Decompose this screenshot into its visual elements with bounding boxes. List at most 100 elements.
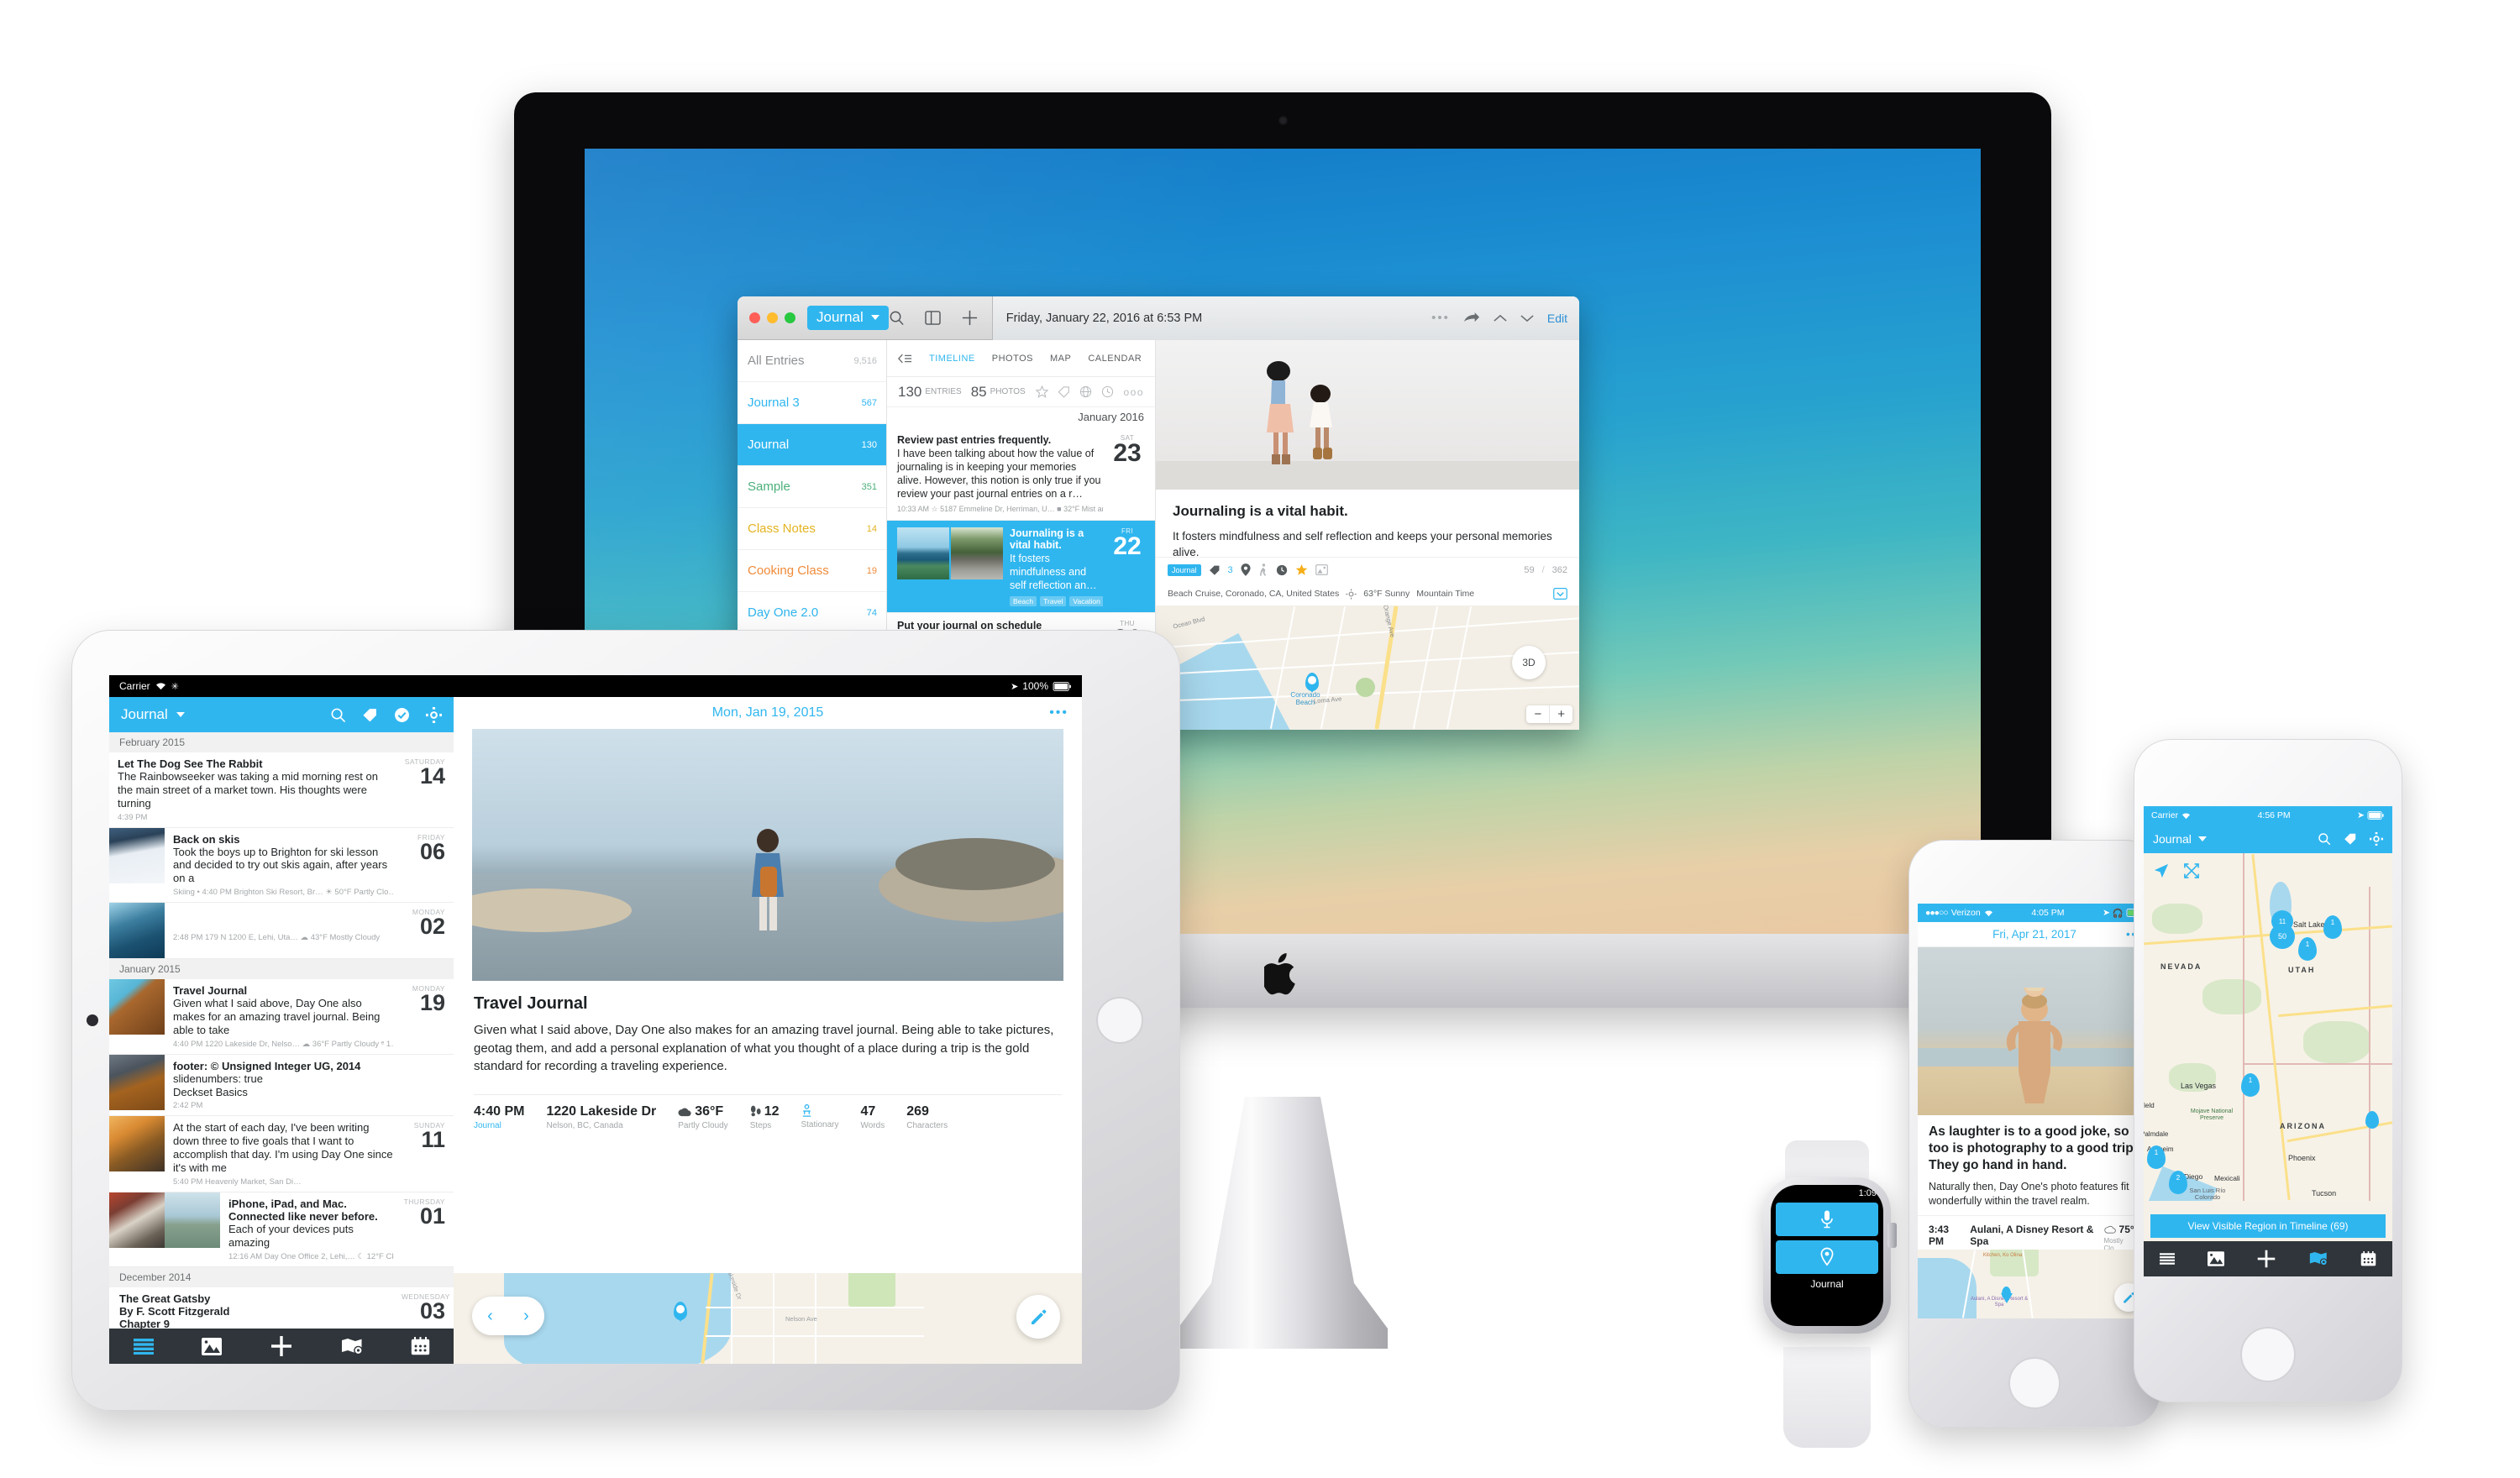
calendar-icon[interactable] xyxy=(2360,1251,2376,1266)
window-controls[interactable] xyxy=(738,312,795,323)
search-icon[interactable] xyxy=(2318,832,2331,846)
zoom-icon[interactable] xyxy=(785,312,795,323)
photos-icon[interactable] xyxy=(2207,1251,2224,1266)
sidebar-item-day-one-2[interactable]: Day One 2.0 74 xyxy=(738,592,886,634)
tag-icon[interactable] xyxy=(2344,832,2357,846)
minimize-icon[interactable] xyxy=(767,312,778,323)
entry-map[interactable]: Coronado Beach Ocean Blvd Orange Ave Lom… xyxy=(1156,605,1579,730)
sidebar-item-class-notes[interactable]: Class Notes 14 xyxy=(738,508,886,550)
gear-icon[interactable] xyxy=(426,706,442,723)
clock-icon[interactable] xyxy=(1276,564,1288,576)
map-zoom-out-button[interactable]: − xyxy=(1526,705,1551,723)
map-icon[interactable] xyxy=(2309,1251,2328,1266)
walking-activity-icon[interactable] xyxy=(1258,563,1268,576)
ipad-tab-bar[interactable] xyxy=(109,1329,454,1364)
ipad-entry-map[interactable]: Lakeside Dr Nelson Ave ‹ › xyxy=(454,1273,1082,1364)
add-icon[interactable] xyxy=(270,1334,293,1358)
photos-icon[interactable] xyxy=(201,1337,222,1355)
add-entry-icon[interactable] xyxy=(961,309,979,327)
iphone-home-button[interactable] xyxy=(2240,1327,2296,1382)
map-3d-button[interactable]: 3D xyxy=(1512,646,1546,679)
tab-calendar[interactable]: CALENDAR xyxy=(1088,354,1142,364)
close-icon[interactable] xyxy=(749,312,760,323)
iphone-home-button[interactable] xyxy=(2008,1357,2061,1409)
gear-icon[interactable] xyxy=(2370,832,2383,846)
sidebar-item-journal[interactable]: Journal 130 xyxy=(738,424,886,466)
ipad-list-item[interactable]: At the start of each day, I've been writ… xyxy=(109,1116,454,1192)
previous-entry-icon[interactable] xyxy=(1494,314,1507,322)
collapse-sidebar-icon[interactable] xyxy=(898,354,912,364)
tag-filter-icon[interactable] xyxy=(1058,385,1070,398)
more-options-icon[interactable]: ••• xyxy=(1431,311,1450,325)
locate-me-icon[interactable] xyxy=(2154,863,2169,878)
map-pin[interactable]: 2 xyxy=(2169,1171,2187,1194)
ipad-nav-bar[interactable]: Journal xyxy=(109,697,454,732)
map-cluster-pin[interactable]: 50 xyxy=(2270,924,2295,949)
more-filters-icon[interactable]: ooo xyxy=(1123,386,1144,398)
ipad-list-item[interactable]: iPhone, iPad, and Mac. Connected like ne… xyxy=(109,1192,454,1267)
mac-list-entry-selected[interactable]: Journaling is a vital habit. It fosters … xyxy=(887,521,1155,613)
ipad-list-item[interactable]: Travel Journal Given what I said above, … xyxy=(109,979,454,1055)
collapse-map-icon[interactable] xyxy=(1553,588,1567,600)
add-icon[interactable] xyxy=(2256,1249,2276,1269)
iphone-map-canvas[interactable]: NEVADA UTAH ARIZONA Salt Lake City Las V… xyxy=(2144,853,2392,1201)
ipad-prev-next-control[interactable]: ‹ › xyxy=(472,1297,544,1335)
map-pin[interactable]: 1 xyxy=(2298,937,2317,961)
ipad-entry-list[interactable]: February 2015 Let The Dog See The Rabbit… xyxy=(109,732,454,1329)
next-entry-icon[interactable] xyxy=(1520,314,1534,322)
more-options-icon[interactable]: ••• xyxy=(1049,705,1068,721)
ipad-list-item[interactable]: 2:48 PM 179 N 1200 E, Lehi, Uta… ☁ 43°F … xyxy=(109,903,454,960)
iphone-tab-bar[interactable] xyxy=(2144,1241,2392,1276)
map-pin[interactable]: 1 xyxy=(2323,915,2342,939)
ipad-home-button[interactable] xyxy=(1096,997,1143,1044)
star-icon[interactable] xyxy=(1295,563,1308,576)
filter-icons[interactable]: ooo xyxy=(1036,385,1144,398)
timeline-icon[interactable] xyxy=(133,1338,154,1355)
photo-icon[interactable] xyxy=(1315,564,1328,575)
map-pin[interactable]: 1 xyxy=(2147,1145,2166,1169)
clock-filter-icon[interactable] xyxy=(1101,385,1114,398)
globe-filter-icon[interactable] xyxy=(1079,385,1092,398)
sidebar-toggle-icon[interactable] xyxy=(925,311,941,325)
previous-entry-icon[interactable]: ‹ xyxy=(487,1307,493,1326)
ipad-list-item[interactable]: Let The Dog See The Rabbit The Rainbowse… xyxy=(109,752,454,828)
search-icon[interactable] xyxy=(330,707,346,723)
sidebar-item-all-entries[interactable]: All Entries 9,516 xyxy=(738,340,886,382)
entry-metadata-bar[interactable]: Journal 3 59 / 362 xyxy=(1156,557,1579,582)
tag-icon[interactable] xyxy=(1209,564,1221,576)
sidebar-item-journal-3[interactable]: Journal 3 567 xyxy=(738,382,886,424)
mac-view-tabs[interactable]: TIMELINE PHOTOS MAP CALENDAR xyxy=(887,340,1155,377)
timeline-icon[interactable] xyxy=(2160,1252,2176,1266)
expand-icon[interactable] xyxy=(2184,863,2199,878)
share-icon[interactable] xyxy=(1463,312,1480,324)
tag-icon[interactable] xyxy=(362,707,378,723)
map-pin[interactable] xyxy=(2365,1111,2379,1129)
map-zoom-in-button[interactable]: + xyxy=(1550,705,1572,723)
edit-button[interactable]: Edit xyxy=(1547,312,1567,325)
sidebar-item-sample[interactable]: Sample 351 xyxy=(738,466,886,508)
iphone-nav-icons[interactable] xyxy=(2318,832,2383,846)
iphone-entry-map[interactable]: Kitchen, Ko Olina Aulani, A Disney Resor… xyxy=(1918,1250,2151,1318)
ipad-list-item[interactable]: Back on skis Took the boys up to Brighto… xyxy=(109,827,454,904)
watch-location-button[interactable] xyxy=(1776,1240,1878,1274)
iphone-map-nav-bar[interactable]: Journal xyxy=(2144,825,2392,853)
ipad-list-item[interactable]: footer: © Unsigned Integer UG, 2014 slid… xyxy=(109,1054,454,1117)
sidebar-item-cooking-class[interactable]: Cooking Class 19 xyxy=(738,550,886,592)
calendar-icon[interactable] xyxy=(411,1337,430,1355)
map-icon[interactable] xyxy=(341,1338,363,1355)
view-visible-region-button[interactable]: View Visible Region in Timeline (69) xyxy=(2150,1214,2386,1238)
star-filter-icon[interactable] xyxy=(1036,385,1049,398)
location-pin-icon[interactable] xyxy=(1241,563,1251,576)
next-entry-icon[interactable]: › xyxy=(523,1307,529,1326)
ipad-edit-button[interactable] xyxy=(1016,1295,1060,1339)
journal-selector[interactable]: Journal xyxy=(807,306,889,330)
checkmark-icon[interactable] xyxy=(394,707,410,723)
tab-photos[interactable]: PHOTOS xyxy=(992,354,1033,364)
tab-timeline[interactable]: TIMELINE xyxy=(929,354,975,364)
search-icon[interactable] xyxy=(889,310,905,326)
watch-dictate-button[interactable] xyxy=(1776,1203,1878,1236)
mac-toolbar-icons[interactable] xyxy=(889,309,992,327)
mac-list-entry[interactable]: Review past entries frequently. I have b… xyxy=(887,427,1155,521)
ipad-nav-icons[interactable] xyxy=(330,706,442,723)
map-pin[interactable]: 1 xyxy=(2241,1073,2260,1097)
